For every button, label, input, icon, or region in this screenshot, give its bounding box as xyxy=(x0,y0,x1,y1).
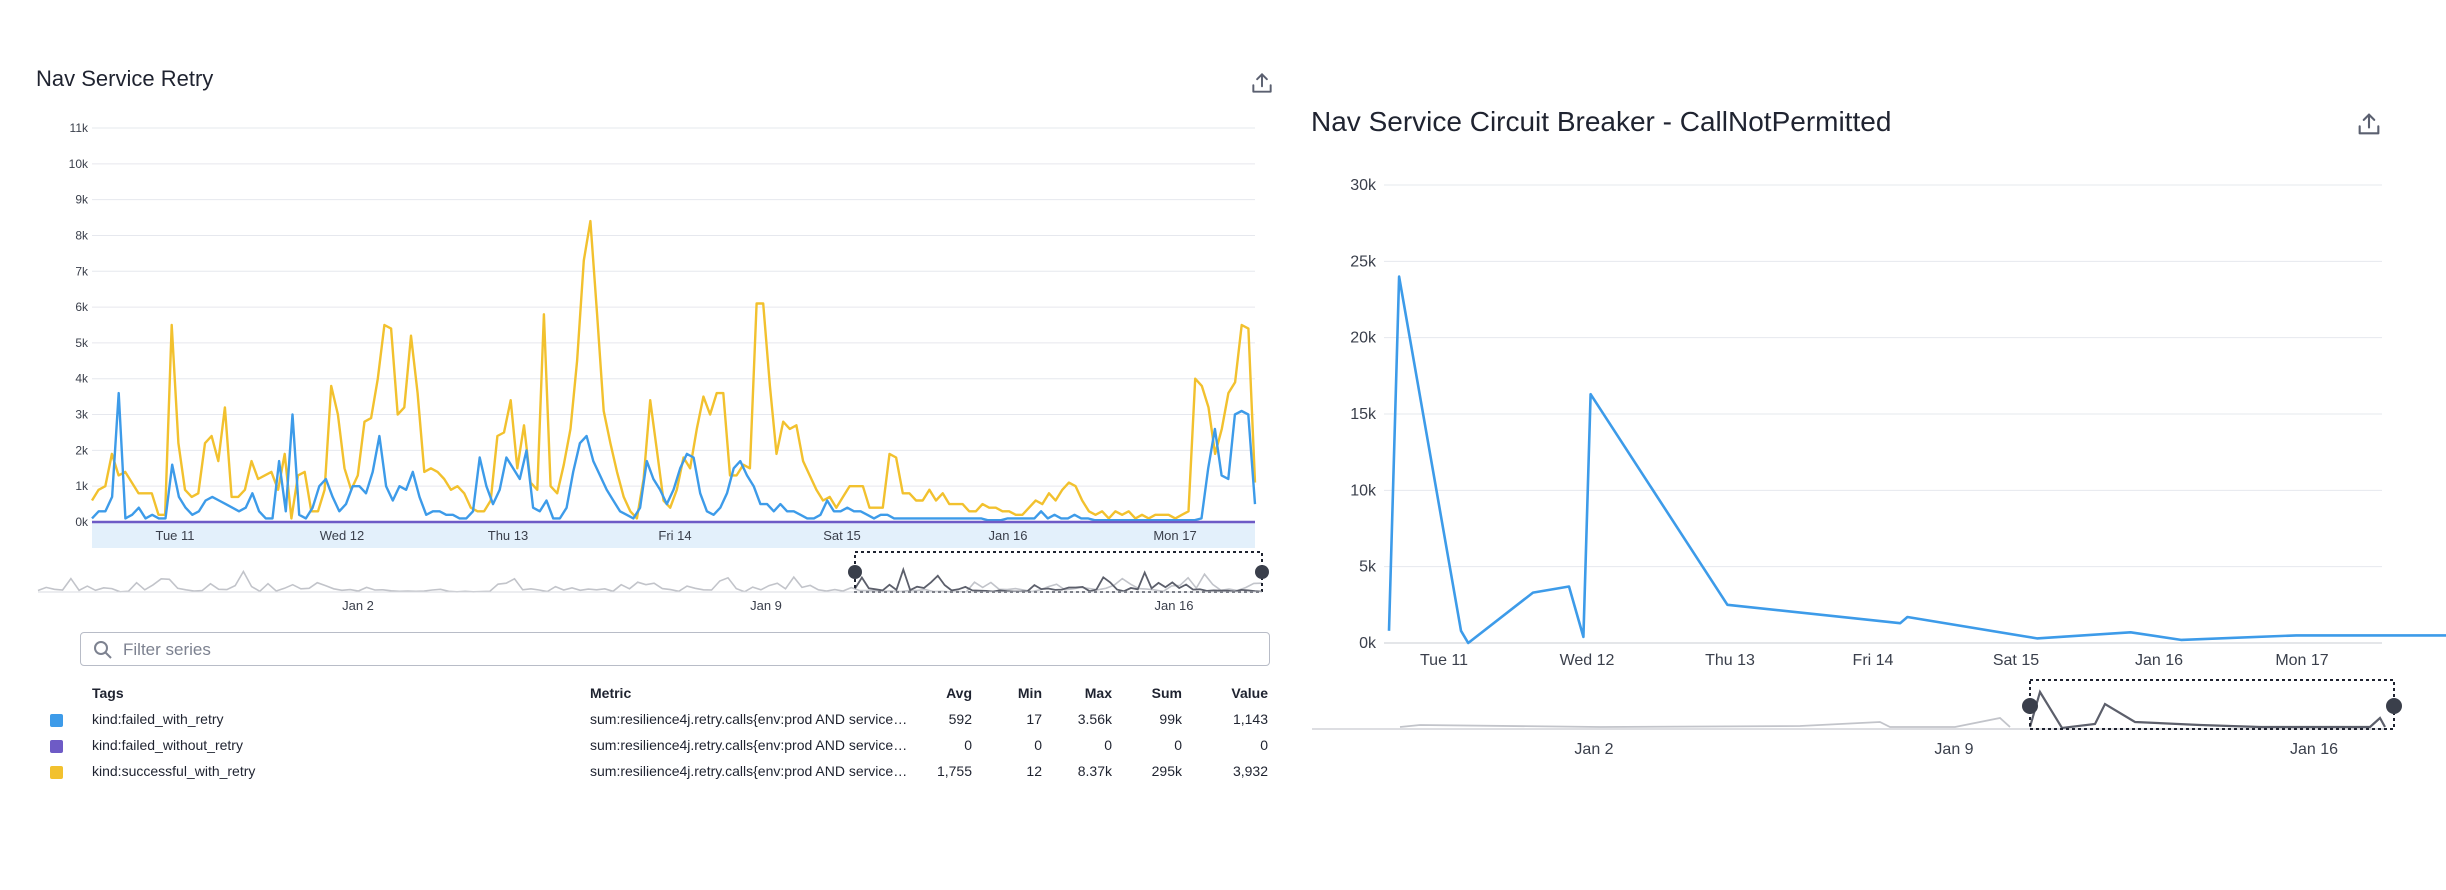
overview-tick-label: Jan 2 xyxy=(1574,741,1613,758)
x-tick-label: Sat 15 xyxy=(823,528,861,543)
y-tick-label: 15k xyxy=(1350,406,1377,423)
filter-series-input[interactable] xyxy=(121,634,1265,666)
y-tick-label: 1k xyxy=(75,479,89,493)
overview-handle-right xyxy=(2386,698,2402,714)
legend-sum: 295k xyxy=(1151,763,1182,779)
overview-tick-label: Jan 16 xyxy=(1154,598,1193,610)
legend-tag: kind:failed_with_retry xyxy=(92,711,224,727)
header-avg: Avg xyxy=(946,685,972,701)
y-tick-label: 7k xyxy=(75,264,89,278)
legend-metric: sum:resilience4j.retry.calls{env:prod AN… xyxy=(590,711,908,727)
x-tick-label: Mon 17 xyxy=(2275,652,2328,669)
legend-min: 0 xyxy=(1034,737,1042,753)
legend-metric: sum:resilience4j.retry.calls{env:prod AN… xyxy=(590,763,908,779)
legend-min: 17 xyxy=(1026,711,1042,727)
x-tick-label: Thu 13 xyxy=(488,528,528,543)
y-tick-label: 4k xyxy=(75,372,89,386)
series-color-swatch xyxy=(50,765,63,779)
x-tick-label: Fri 14 xyxy=(658,528,691,543)
series-legend-table: Tags Metric Avg Min Max Sum Value kind:f… xyxy=(50,680,1268,784)
x-tick-label: Tue 11 xyxy=(155,528,194,543)
legend-value: 3,932 xyxy=(1232,763,1268,779)
overview-tick-label: Jan 2 xyxy=(342,598,374,610)
x-tick-label: Fri 14 xyxy=(1853,652,1894,669)
y-tick-label: 10k xyxy=(1350,482,1377,499)
y-tick-label: 6k xyxy=(75,300,89,314)
x-tick-label: Thu 13 xyxy=(1705,652,1755,669)
header-min: Min xyxy=(1017,685,1042,701)
x-tick-label: Jan 16 xyxy=(2135,652,2183,669)
legend-metric: sum:resilience4j.retry.calls{env:prod AN… xyxy=(590,737,908,753)
y-tick-label: 5k xyxy=(75,336,89,350)
y-tick-label: 30k xyxy=(1350,177,1377,194)
overview-tick-label: Jan 9 xyxy=(750,598,782,610)
legend-avg: 1,755 xyxy=(936,763,972,779)
legend-avg: 592 xyxy=(948,711,972,727)
x-tick-label: Wed 12 xyxy=(320,528,365,543)
legend-row[interactable]: kind:failed_with_retry sum:resilience4j.… xyxy=(50,706,1268,732)
overview-tick-label: Jan 9 xyxy=(1934,741,1973,758)
legend-max: 3.56k xyxy=(1077,711,1112,727)
export-icon[interactable] xyxy=(2355,110,2383,138)
legend-min: 12 xyxy=(1026,763,1042,779)
y-tick-label: 2k xyxy=(75,443,89,457)
overview-handle-left xyxy=(2022,698,2038,714)
series-line-kind-successful_with_retry xyxy=(90,219,1257,520)
x-tick-label: Sat 15 xyxy=(1993,652,2039,669)
overview-handle-left xyxy=(848,565,862,579)
overview-selected-line xyxy=(2028,689,2386,730)
legend-value: 0 xyxy=(1260,737,1268,753)
overview-handle-right xyxy=(1255,565,1269,579)
x-tick-label: Tue 11 xyxy=(1420,652,1468,669)
legend-value: 1,143 xyxy=(1232,711,1268,727)
retry-chart[interactable]: 0k 1k 2k 3k 4k 5k 6k 7k 8k 9k 10k 11k Tue 11 Wed 12 Th… xyxy=(0,0,1290,610)
legend-max: 8.37k xyxy=(1077,763,1112,779)
x-tick-label: Mon 17 xyxy=(1153,528,1196,543)
search-icon xyxy=(94,641,112,659)
overview-tick-label: Jan 16 xyxy=(2290,741,2338,758)
header-metric: Metric xyxy=(590,685,632,701)
legend-sum: 0 xyxy=(1174,737,1182,753)
x-tick-label: Wed 12 xyxy=(1560,652,1615,669)
overview-line xyxy=(1399,717,2011,728)
y-tick-label: 20k xyxy=(1350,330,1377,347)
header-tags: Tags xyxy=(92,685,124,701)
filter-series-box[interactable] xyxy=(80,632,1270,666)
overview-line xyxy=(37,569,1263,593)
y-tick-label: 10k xyxy=(69,157,89,171)
header-max: Max xyxy=(1084,685,1112,701)
legend-tag: kind:failed_without_retry xyxy=(92,737,243,753)
series-line-0 xyxy=(1387,275,2446,645)
y-tick-label: 9k xyxy=(75,193,89,207)
y-tick-label: 25k xyxy=(1350,253,1377,270)
legend-avg: 0 xyxy=(964,737,972,753)
y-tick-label: 0k xyxy=(1359,635,1377,652)
legend-max: 0 xyxy=(1104,737,1112,753)
x-tick-label: Jan 16 xyxy=(988,528,1027,543)
overview-selection-box xyxy=(2029,679,2395,730)
series-color-swatch xyxy=(50,713,63,727)
header-value: Value xyxy=(1231,685,1268,701)
y-tick-label: 11k xyxy=(70,121,89,135)
series-color-swatch xyxy=(50,739,63,753)
y-tick-label: 3k xyxy=(75,408,89,422)
legend-tag: kind:successful_with_retry xyxy=(92,763,256,779)
legend-row[interactable]: kind:successful_with_retry sum:resilienc… xyxy=(50,758,1268,784)
y-tick-label: 8k xyxy=(75,228,89,242)
header-sum: Sum xyxy=(1151,685,1182,701)
panel-title-circuit-breaker: Nav Service Circuit Breaker - CallNotPer… xyxy=(1311,106,1892,137)
legend-row[interactable]: kind:failed_without_retry sum:resilience… xyxy=(50,732,1268,758)
y-tick-label: 0k xyxy=(75,515,89,529)
y-tick-label: 5k xyxy=(1359,559,1377,576)
legend-sum: 99k xyxy=(1159,711,1182,727)
